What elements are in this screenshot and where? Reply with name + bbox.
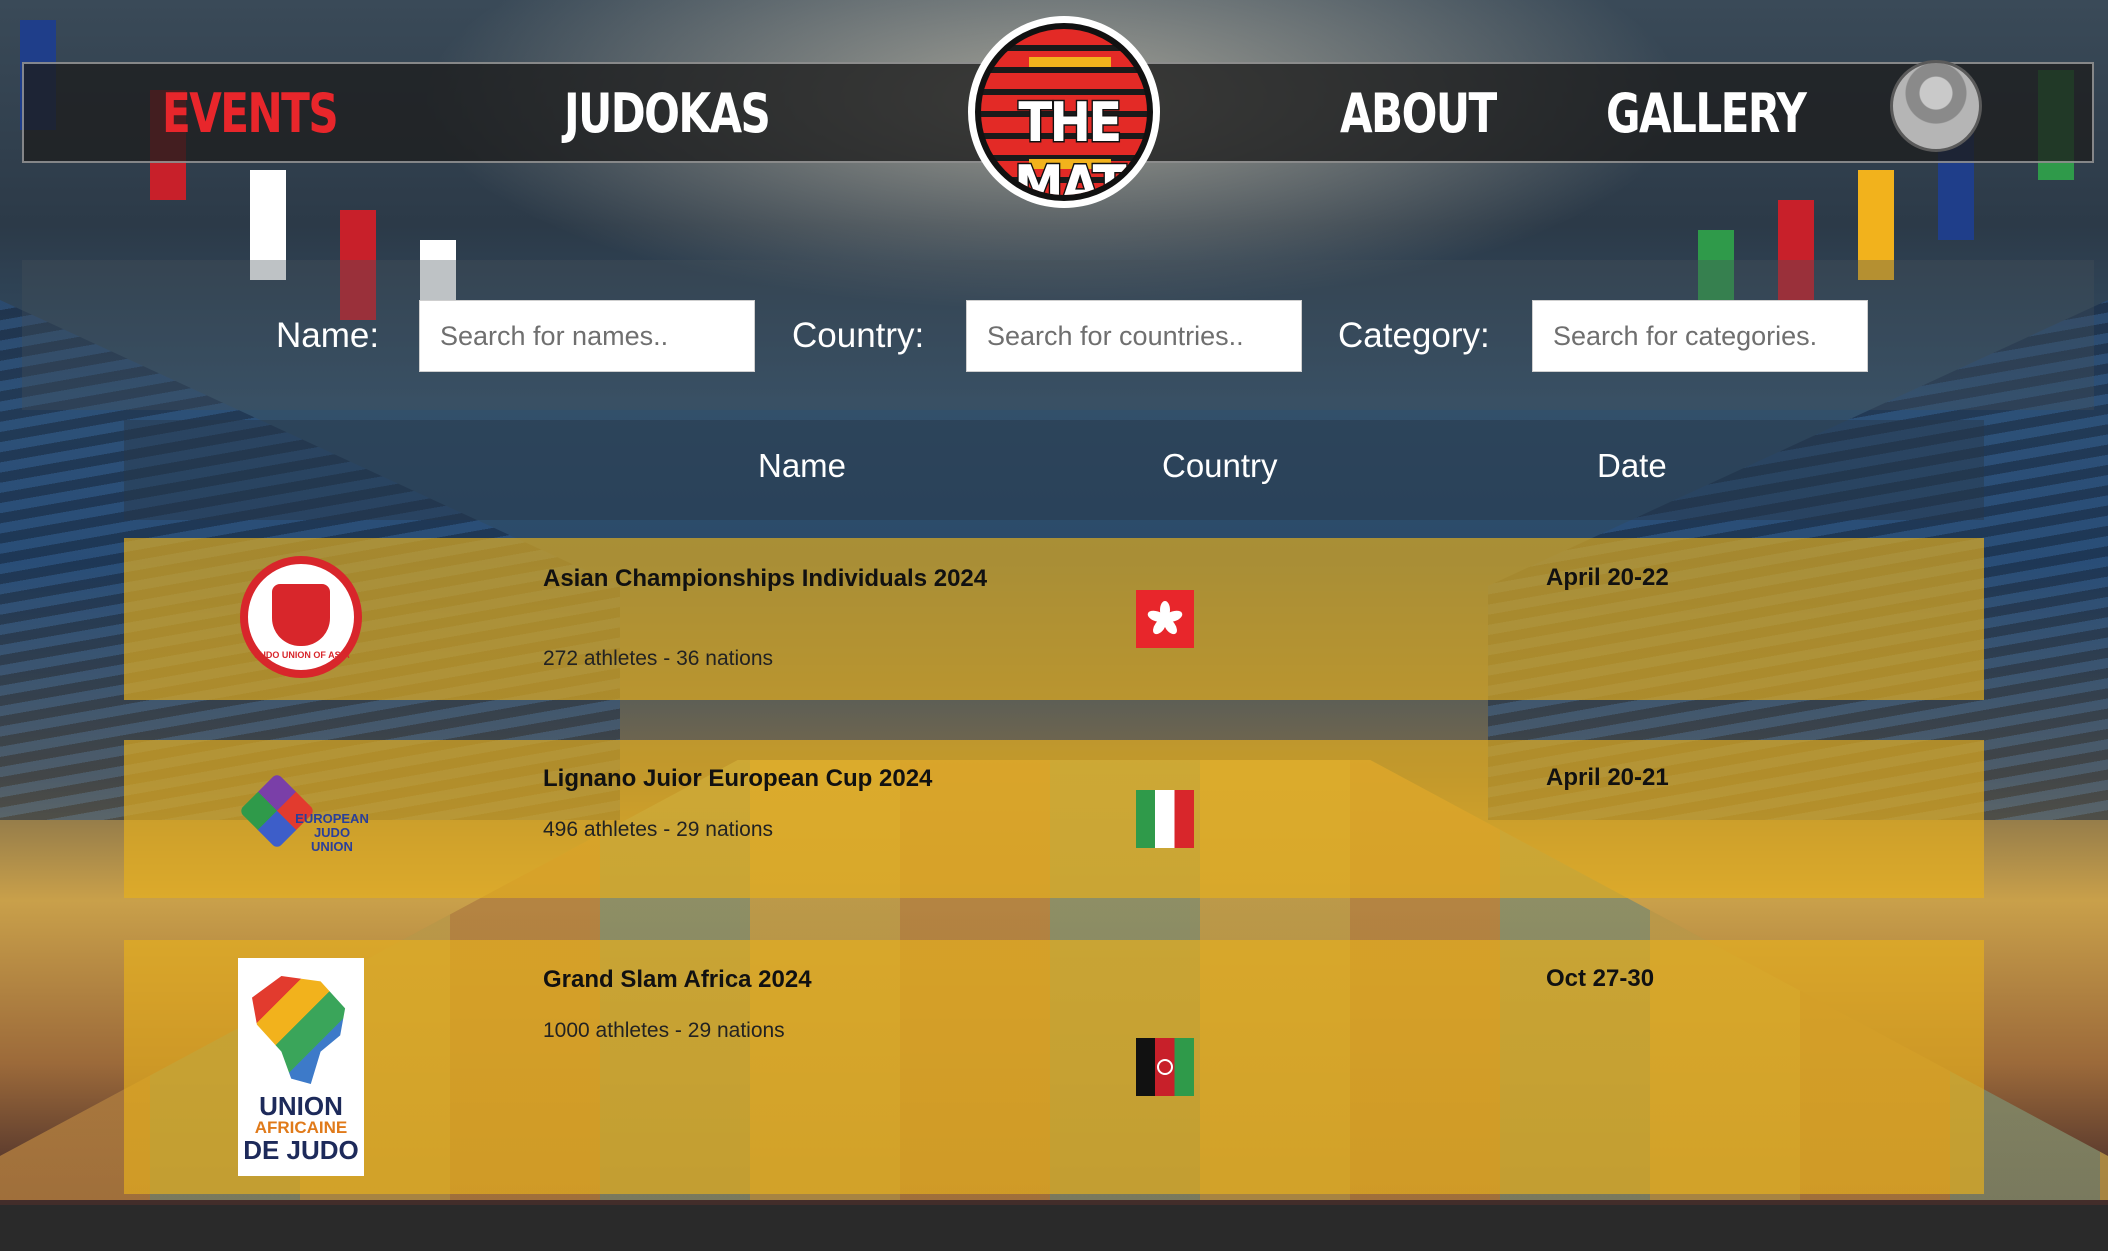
events-table-header: [124, 420, 1984, 520]
event-row[interactable]: [124, 740, 1984, 898]
nav-gallery-link[interactable]: GALLERY: [1606, 82, 1807, 145]
nav-events-link[interactable]: EVENTS: [162, 82, 339, 145]
event-subtitle: 496 athletes - 29 nations: [543, 818, 773, 841]
category-search-input[interactable]: [1532, 300, 1868, 372]
italy-flag-icon: [1136, 790, 1194, 848]
event-name[interactable]: Asian Championships Individuals 2024: [543, 564, 993, 593]
european-judo-union-logo: EUROPEAN JUDO UNION: [238, 772, 370, 878]
category-search-label: Category:: [1338, 316, 1490, 355]
judo-union-of-asia-logo: JUDO UNION OF ASIA: [240, 556, 362, 678]
event-name[interactable]: Lignano Juior European Cup 2024: [543, 764, 993, 793]
event-subtitle: 1000 athletes - 29 nations: [543, 1019, 785, 1042]
the-mat-logo[interactable]: THE MAT: [968, 16, 1160, 208]
afghanistan-flag-icon: [1136, 1038, 1194, 1096]
name-search-input[interactable]: [419, 300, 755, 372]
column-header-name[interactable]: Name: [758, 447, 846, 485]
event-name[interactable]: Grand Slam Africa 2024: [543, 965, 993, 994]
column-header-country[interactable]: Country: [1162, 447, 1278, 485]
event-date: Oct 27-30: [1546, 965, 1655, 992]
country-search-label: Country:: [792, 316, 925, 355]
footer-bar: [0, 1205, 2108, 1251]
column-header-date[interactable]: Date: [1597, 447, 1667, 485]
hong-kong-flag-icon: [1136, 590, 1194, 648]
event-date: April 20-22: [1546, 564, 1669, 591]
user-avatar-icon[interactable]: [1890, 60, 1982, 152]
event-row[interactable]: [124, 940, 1984, 1194]
logo-text: THE MAT: [1013, 90, 1128, 201]
event-row[interactable]: [124, 538, 1984, 700]
event-date: April 20-21: [1546, 764, 1669, 791]
country-search-input[interactable]: [966, 300, 1302, 372]
union-africaine-de-judo-logo: UNION AFRICAINE DE JUDO: [238, 958, 364, 1176]
name-search-label: Name:: [276, 316, 380, 355]
event-subtitle: 272 athletes - 36 nations: [543, 647, 773, 670]
nav-about-link[interactable]: ABOUT: [1340, 82, 1497, 145]
nav-judokas-link[interactable]: JUDOKAS: [564, 82, 771, 145]
